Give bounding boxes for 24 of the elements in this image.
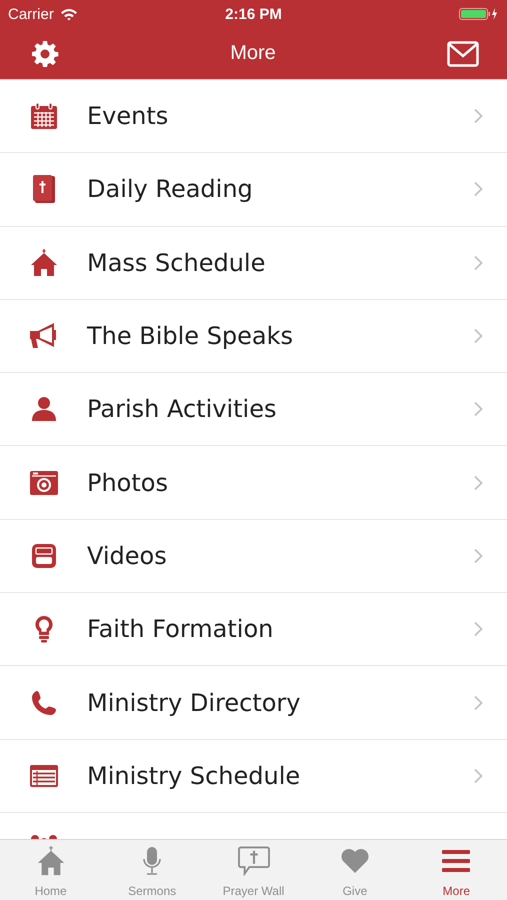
tab[interactable]: More: [406, 840, 507, 900]
menu-item-label: Videos: [87, 542, 168, 570]
screen-title: More: [230, 42, 276, 65]
menu-item-label: Mass Schedule: [87, 248, 266, 277]
menu-item-label: Ministry Schedule: [87, 762, 302, 790]
menu-item-label: Daily Reading: [87, 175, 254, 204]
menu-item-label: Photos: [87, 468, 169, 497]
menu-item[interactable]: Photos: [0, 446, 507, 520]
menu-item[interactable]: Events: [0, 80, 507, 154]
menu-item[interactable]: Ministry Schedule: [0, 740, 507, 813]
menu-item-label: The Bible Speaks: [87, 322, 294, 350]
menu-item-label: Faith Formation: [87, 615, 274, 644]
menu-item-label: Events: [87, 102, 170, 130]
menu-item[interactable]: Faith Formation: [0, 593, 507, 666]
menu-item-label: Ministry Directory: [87, 688, 302, 717]
status-time: 2:16 PM: [225, 6, 282, 22]
menu-item[interactable]: Videos: [0, 520, 507, 594]
menu-item-label: Parish Activities: [87, 395, 278, 424]
menu-item[interactable]: Ministry Directory: [0, 666, 507, 740]
menu-item[interactable]: The Bible Speaks: [0, 300, 507, 374]
menu-item[interactable]: Mass Schedule: [0, 226, 507, 300]
carrier-name: Carrier: [8, 6, 54, 22]
menu-item[interactable]: Daily Reading: [0, 153, 507, 227]
menu-item[interactable]: Parish Activities: [0, 373, 507, 446]
